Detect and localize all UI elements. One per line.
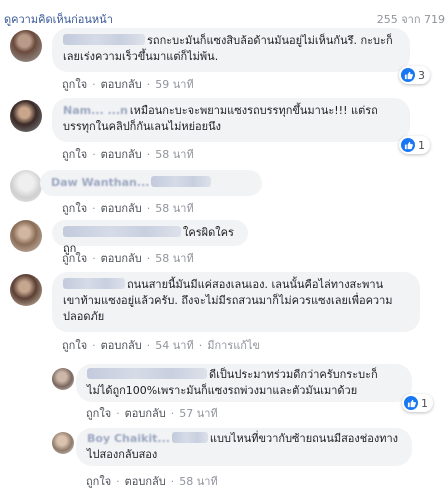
comment-actions: ถูกใจ · ตอบกลับ · 58 นาที bbox=[62, 202, 194, 215]
comment: ถนนสายนี้มันมีแค่สองเลนเอง. เลนนั้นคือไล… bbox=[0, 272, 447, 356]
reply-button[interactable]: ตอบกลับ bbox=[101, 78, 142, 91]
like-button[interactable]: ถูกใจ bbox=[62, 202, 87, 215]
comment-bubble: ถนนสายนี้มันมีแค่สองเลนเอง. เลนนั้นคือไล… bbox=[52, 272, 420, 332]
reply-button[interactable]: ตอบกลับ bbox=[101, 339, 142, 352]
reply-button[interactable]: ตอบกลับ bbox=[101, 202, 142, 215]
avatar[interactable] bbox=[10, 170, 42, 202]
comment-timestamp[interactable]: 58 นาที bbox=[155, 252, 193, 265]
comment-bubble: ดีเป็นประมาทร่วมดีกว่าครับกระบะก็ ไม่ได้… bbox=[76, 364, 412, 402]
comment: ใครผิดใครถูก ถูกใจ · ตอบกลับ · 58 นาที bbox=[0, 218, 447, 265]
comment-timestamp[interactable]: 58 นาที bbox=[155, 202, 193, 215]
comment-timestamp[interactable]: 58 นาที bbox=[179, 475, 217, 488]
comment-text-line: ถนนสายนี้มันมีแค่สองเลนเอง. เลนนั้นคือไล… bbox=[127, 278, 384, 291]
avatar[interactable] bbox=[10, 220, 42, 252]
avatar[interactable] bbox=[10, 100, 42, 132]
thumbs-up-icon bbox=[401, 68, 415, 82]
reply-comment: ดีเป็นประมาทร่วมดีกว่าครับกระบะก็ ไม่ได้… bbox=[0, 364, 447, 424]
comment-timestamp[interactable]: 59 นาที bbox=[155, 78, 193, 91]
comment-text-line: รถกะบะมันก็แซงสิบล้อด้านมันอยู่ไม่เห็นกั… bbox=[147, 34, 393, 47]
like-button[interactable]: ถูกใจ bbox=[62, 78, 87, 91]
comment-bubble: Daw Wanthan... bbox=[40, 170, 262, 196]
comment-text-line: ไม่ได้ถูก100%เพราะมันก็แซงรถพ่วงมาและตัว… bbox=[87, 384, 358, 397]
comment: Daw Wanthan... ถูกใจ · ตอบกลับ · 58 นาที bbox=[0, 168, 447, 215]
reply-button[interactable]: ตอบกลับ bbox=[101, 148, 142, 161]
avatar[interactable] bbox=[52, 432, 74, 454]
view-previous-comments-link[interactable]: ดูความคิดเห็นก่อนหน้า bbox=[4, 10, 113, 28]
avatar[interactable] bbox=[10, 274, 42, 306]
reply-button[interactable]: ตอบกลับ bbox=[125, 475, 166, 488]
thumbs-up-icon bbox=[404, 396, 418, 410]
reply-comment: Boy Chaikit... แบบไหนที่ขวากับซ้ายถนนมีสอ… bbox=[0, 428, 447, 490]
commenter-name-blur bbox=[171, 432, 208, 443]
reply-button[interactable]: ตอบกลับ bbox=[125, 407, 166, 420]
like-button[interactable]: ถูกใจ bbox=[86, 475, 111, 488]
comment-text-line: เขาท้ามแซงอยู่แล้วครับ. ถึงจะไม่มีรถสวนม… bbox=[63, 294, 393, 307]
avatar[interactable] bbox=[52, 368, 74, 390]
comment-timestamp[interactable]: 54 นาที bbox=[155, 339, 193, 352]
like-button[interactable]: ถูกใจ bbox=[62, 148, 87, 161]
comment-text-line: ดีเป็นประมาทร่วมดีกว่าครับกระบะก็ bbox=[209, 368, 378, 381]
comments-header: ดูความคิดเห็นก่อนหน้า 255 จาก 719 bbox=[0, 0, 447, 26]
comment-actions: ถูกใจ · ตอบกลับ · 57 นาที bbox=[86, 407, 218, 420]
comment-timestamp[interactable]: 57 นาที bbox=[179, 407, 217, 420]
comment-text-line: ปลอดภัย bbox=[63, 310, 105, 323]
comment-bubble: Boy Chaikit... แบบไหนที่ขวากับซ้ายถนนมีสอ… bbox=[76, 428, 412, 466]
comment-text-line: เลยเร่งความเร็วขึ้นมาแต่ก็ไม่พ้น. bbox=[63, 50, 219, 63]
commenter-name[interactable] bbox=[87, 368, 207, 379]
like-button[interactable]: ถูกใจ bbox=[86, 407, 111, 420]
comment-actions: ถูกใจ · ตอบกลับ · 58 นาที bbox=[86, 475, 218, 488]
commenter-name[interactable] bbox=[63, 34, 145, 45]
comment-text-line: เหมือนกะบะจะพยามแซงรถบรรทุกขึ้นมานะ!!! แ… bbox=[129, 104, 378, 117]
commenter-name-blur bbox=[151, 176, 212, 187]
comment: Nam... ...n เหมือนกะบะจะพยามแซงรถบรรทุกขึ… bbox=[0, 98, 447, 162]
reaction-count[interactable]: 3 bbox=[399, 66, 430, 84]
comment-actions: ถูกใจ · ตอบกลับ · 59 นาที bbox=[62, 78, 194, 91]
comment-actions: ถูกใจ · ตอบกลับ · 54 นาที · มีการแก้ไข bbox=[62, 339, 261, 352]
comment-actions: ถูกใจ · ตอบกลับ · 58 นาที bbox=[62, 148, 194, 161]
comment-bubble: Nam... ...n เหมือนกะบะจะพยามแซงรถบรรทุกขึ… bbox=[52, 98, 410, 142]
commenter-name[interactable] bbox=[63, 278, 125, 289]
thumbs-up-icon bbox=[401, 138, 415, 152]
like-button[interactable]: ถูกใจ bbox=[62, 252, 87, 265]
avatar[interactable] bbox=[10, 30, 42, 62]
reply-button[interactable]: ตอบกลับ bbox=[101, 252, 142, 265]
reaction-count[interactable]: 1 bbox=[399, 136, 430, 154]
comment-text-line: บรรทุกในคลิปก็กันเลนไม่หย่อยนึง bbox=[63, 120, 221, 133]
comment-actions: ถูกใจ · ตอบกลับ · 58 นาที bbox=[62, 252, 194, 265]
comment-text-line: ไปสองกลับสอง bbox=[87, 448, 158, 461]
comment-timestamp[interactable]: 58 นาที bbox=[155, 148, 193, 161]
commenter-name[interactable] bbox=[63, 226, 181, 237]
reaction-count[interactable]: 1 bbox=[402, 394, 433, 412]
edited-label[interactable]: มีการแก้ไข bbox=[207, 339, 260, 352]
comment-counter: 255 จาก 719 bbox=[376, 13, 445, 26]
commenter-name[interactable]: Nam... ...n bbox=[63, 104, 128, 117]
like-button[interactable]: ถูกใจ bbox=[62, 339, 87, 352]
comment-bubble: รถกะบะมันก็แซงสิบล้อด้านมันอยู่ไม่เห็นกั… bbox=[52, 28, 410, 72]
comment-bubble: ใครผิดใครถูก bbox=[52, 220, 248, 255]
comment: รถกะบะมันก็แซงสิบล้อด้านมันอยู่ไม่เห็นกั… bbox=[0, 28, 447, 92]
comment-text-line: แบบไหนที่ขวากับซ้ายถนนมีสองช่องทาง bbox=[209, 432, 399, 445]
commenter-name[interactable]: Daw Wanthan... bbox=[51, 176, 149, 189]
commenter-name[interactable]: Boy Chaikit... bbox=[87, 432, 170, 445]
